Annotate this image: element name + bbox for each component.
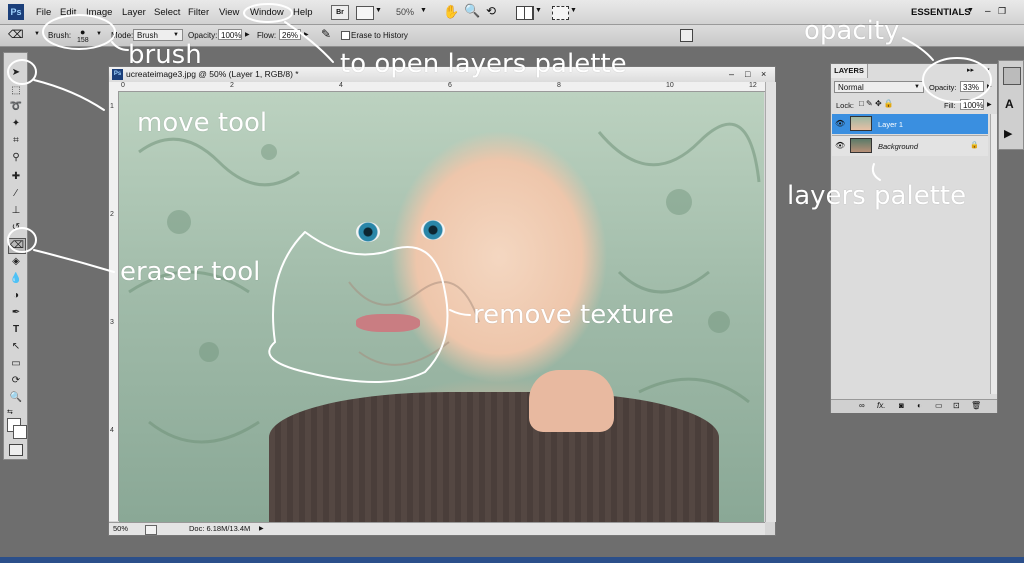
annotation-window: to open layers palette — [340, 49, 627, 79]
annotation-eraser-tool: eraser tool — [120, 257, 261, 287]
os-taskbar — [0, 557, 1024, 563]
annotation-remove-texture: remove texture — [473, 300, 674, 330]
annotation-move-tool: move tool — [137, 108, 268, 138]
annotation-opacity: opacity — [804, 16, 900, 46]
annotation-layers-palette: layers palette — [787, 181, 967, 211]
annotation-brush: brush — [128, 40, 202, 70]
